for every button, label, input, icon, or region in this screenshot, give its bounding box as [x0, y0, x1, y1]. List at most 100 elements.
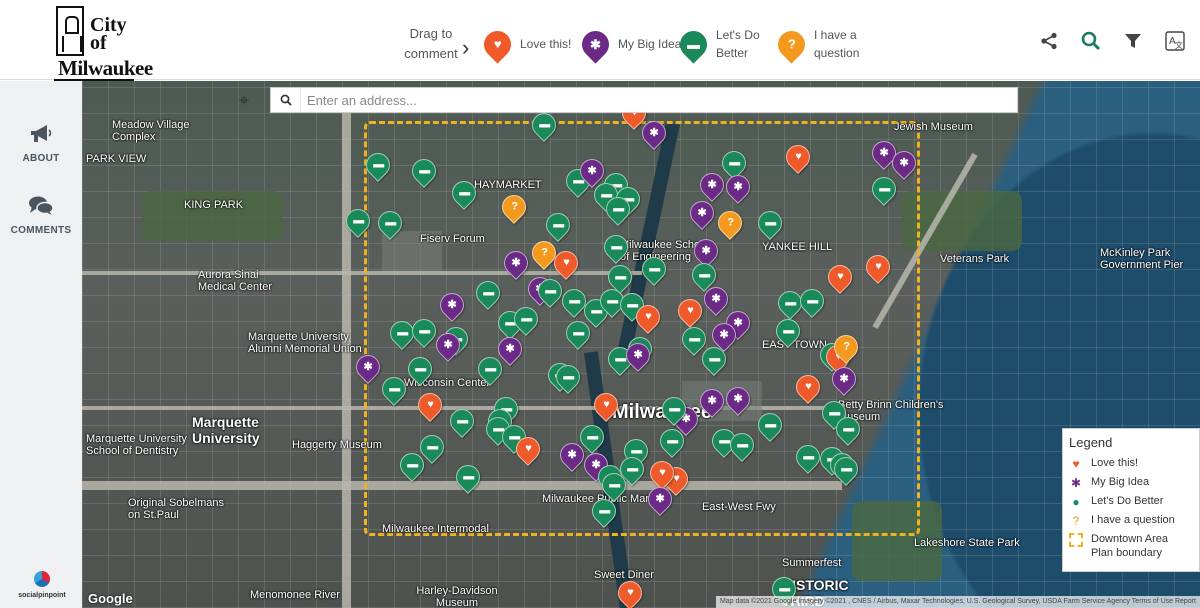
love-this-pin-glyph: ♥ [644, 310, 652, 323]
map-canvas[interactable]: ⌖ Milwaukee KING PARK HAYMARKET EAST TOW… [82, 81, 1200, 608]
lets-do-better-pin-glyph: ▬ [878, 182, 890, 195]
map-label: YANKEE HILL [762, 241, 833, 253]
love-this-pin-glyph: ♥ [804, 380, 812, 393]
search-icon[interactable] [271, 88, 301, 112]
lets-do-better-pin-glyph: ▬ [736, 438, 748, 451]
lets-do-better-pin-glyph: ▬ [764, 418, 776, 431]
lets-do-better-pin-glyph: ▬ [610, 240, 622, 253]
lets-do-better-pin-glyph: ▬ [552, 218, 564, 231]
lets-do-better-pin-glyph: ▬ [586, 430, 598, 443]
big-idea-pin-glyph: ✱ [649, 126, 659, 139]
lets-do-better-pin-glyph: ▬ [482, 286, 494, 299]
category-lets-do-better[interactable]: ▬ Let's Do Better [674, 24, 780, 64]
love-this-pin-glyph: ♥ [836, 270, 844, 283]
lets-do-better-pin-glyph: ▬ [426, 440, 438, 453]
big-idea-pin-glyph: ✱ [511, 256, 521, 269]
lets-do-better-pin-glyph: ▬ [598, 504, 610, 517]
legend-item-love-this: ♥ Love this! [1069, 456, 1193, 471]
lets-do-better-pin-glyph: ▬ [406, 458, 418, 471]
google-logo: Google [88, 591, 133, 606]
map-label: Lakeshore State Park [914, 537, 1020, 549]
big-idea-pin-glyph: ✱ [701, 244, 711, 257]
lets-do-better-pin-glyph: ▬ [666, 434, 678, 447]
dashed-boundary-icon [1069, 533, 1083, 547]
question-pin-glyph: ? [510, 200, 518, 213]
lets-do-better-pin-glyph: ▬ [698, 268, 710, 281]
share-icon[interactable] [1036, 28, 1062, 54]
love-this-pin-glyph: ♥ [658, 466, 666, 479]
map-label: KING PARK [184, 199, 244, 211]
logo-text-city: City of [90, 14, 127, 54]
category-love-this[interactable]: ♥ Love this! [478, 24, 571, 64]
logo-underline [54, 79, 134, 81]
map-label: Marquette University Alumni Memorial Uni… [248, 331, 362, 355]
map-label: Marquette University School of Dentistry [86, 433, 187, 457]
sidebar-item-about[interactable]: ABOUT [0, 123, 82, 164]
lets-do-better-pin-glyph: ▬ [608, 478, 620, 491]
lets-do-better-pin-glyph: ▬ [388, 382, 400, 395]
svg-text:文: 文 [1175, 40, 1183, 50]
map-label: Jewish Museum [894, 121, 973, 133]
chevron-right-icon: › [462, 35, 470, 60]
map-label: PARK VIEW [86, 153, 147, 165]
category-label: Let's Do Better [716, 28, 760, 60]
socialpinpoint-text: socialpinpoint [18, 592, 66, 599]
socialpinpoint-logo[interactable]: socialpinpoint [14, 571, 70, 600]
category-label: My Big Idea [618, 37, 682, 51]
sidebar-item-label: COMMENTS [10, 225, 72, 236]
drag-to-comment-hint: Drag to comment [404, 26, 458, 61]
highway [342, 111, 351, 608]
lightbulb-icon: ✱ [1070, 476, 1082, 490]
big-idea-pin-glyph: ✱ [587, 164, 597, 177]
megaphone-icon [0, 123, 82, 147]
translate-icon[interactable]: A文 [1162, 28, 1188, 54]
lets-do-better-pin-glyph: ▬ [572, 326, 584, 339]
lets-do-better-pin-glyph: ▬ [668, 402, 680, 415]
lets-do-better-pin-glyph: ▬ [708, 352, 720, 365]
lets-do-better-pin-glyph: ▬ [484, 362, 496, 375]
map-label: East-West Fwy [702, 501, 776, 513]
question-icon: ? [1072, 514, 1080, 528]
category-my-big-idea[interactable]: ✱ My Big Idea [576, 24, 682, 64]
lets-do-better-pin-glyph: ▬ [802, 450, 814, 463]
locate-me-icon[interactable]: ⌖ [232, 88, 256, 112]
city-of-milwaukee-logo[interactable]: City of Milwaukee [54, 6, 153, 81]
lets-do-better-pin-glyph: ▬ [782, 324, 794, 337]
legend-item-downtown-boundary: Downtown Area Plan boundary [1069, 532, 1193, 560]
lets-do-better-pin-glyph: ▬ [396, 326, 408, 339]
map-label: Summerfest [782, 557, 842, 569]
lets-do-better-pin-glyph: ▬ [352, 214, 364, 227]
big-idea-pin-glyph: ✱ [447, 298, 457, 311]
lets-do-better-pin-glyph: ▬ [626, 462, 638, 475]
search-icon[interactable] [1078, 28, 1104, 54]
lets-do-better-pin-glyph: ▬ [414, 362, 426, 375]
legend-item-my-big-idea: ✱ My Big Idea [1069, 475, 1193, 490]
big-idea-pin-glyph: ✱ [733, 316, 743, 329]
lets-do-better-pin-glyph: ▬ [840, 462, 852, 475]
big-idea-pin-glyph: ✱ [633, 348, 643, 361]
big-idea-pin-glyph: ✱ [733, 392, 743, 405]
question-pin-glyph: ? [726, 216, 734, 229]
category-i-have-a-question[interactable]: ? I have a question [772, 24, 878, 64]
lets-do-better-pin-glyph: ▬ [828, 406, 840, 419]
map-label: Harley-Davidson Museum [416, 585, 498, 608]
map-attribution: Map data ©2021 Google Imagery ©2021 , CN… [715, 596, 1200, 608]
sidebar-item-comments[interactable]: COMMENTS [0, 195, 82, 236]
filter-icon[interactable] [1120, 28, 1146, 54]
lets-do-better-pin-glyph: ▬ [520, 312, 532, 325]
love-this-pin-glyph: ♥ [426, 398, 434, 411]
map-label: Sweet Diner [594, 569, 654, 581]
speech-bubble-icon: ● [1072, 495, 1080, 509]
love-this-pin-glyph: ♥ [874, 260, 882, 273]
category-label: I have a question [814, 28, 860, 60]
map-label: Aurora Sinai Medical Center [198, 269, 272, 293]
address-search-input[interactable] [307, 90, 1007, 110]
lets-do-better-pin-glyph: ▬ [630, 444, 642, 457]
map-label: Haggerty Museum [292, 439, 382, 451]
logo-text-milwaukee: Milwaukee [58, 56, 153, 80]
lets-do-better-pin-glyph: ▬ [458, 186, 470, 199]
map-label: Original Sobelmans on St.Paul [128, 497, 224, 521]
lets-do-better-pin-glyph: ▬ [562, 370, 574, 383]
city-hall-tower-icon [56, 6, 84, 56]
big-idea-pin-glyph: ✱ [567, 448, 577, 461]
